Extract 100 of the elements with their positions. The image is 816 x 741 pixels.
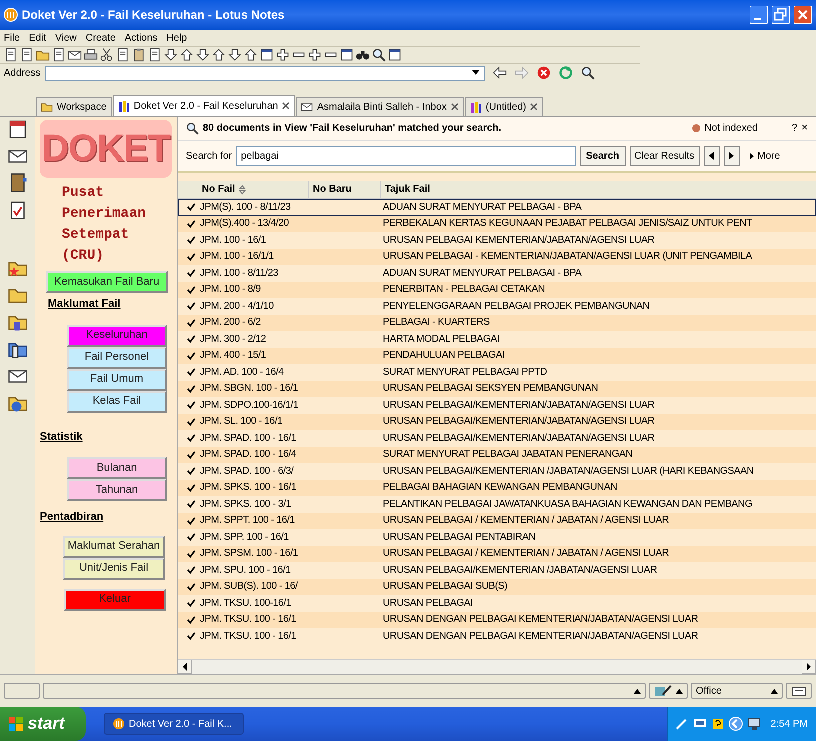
previous-button[interactable]	[704, 146, 720, 166]
nav-button[interactable]: Maklumat Serahan	[63, 536, 165, 558]
start-button[interactable]: start	[0, 707, 86, 741]
arrow-up-icon[interactable]	[212, 48, 226, 62]
table-row[interactable]: JPM(S).400 - 13/4/20 PERBEKALAN KERTAS KEGUNAAN PEJABAT PELBAGAI JENIS/SAIZ UNTUK PENT	[178, 216, 816, 232]
calendar-icon[interactable]	[8, 119, 28, 139]
clear-results-button[interactable]: Clear Results	[630, 146, 700, 166]
table-row[interactable]: JPM. 100 - 16/1/1 URUSAN PELBAGAI - KEMENTERIAN/JABATAN/AGENSI LUAR (UNIT PENGAMBILA	[178, 248, 816, 265]
tab[interactable]: Doket Ver 2.0 - Fail Keseluruhan	[112, 95, 296, 116]
close-icon[interactable]	[450, 103, 459, 111]
search-icon[interactable]	[580, 66, 595, 80]
plus-icon[interactable]	[308, 48, 322, 62]
close-icon[interactable]	[530, 103, 538, 111]
table-row[interactable]: JPM. SL. 100 - 16/1 URUSAN PELBAGAI/KEMENTERIAN/JABATAN/AGENSI LUAR	[178, 414, 816, 430]
maximize-icon[interactable]	[772, 6, 790, 24]
envelope-icon[interactable]	[68, 48, 82, 62]
table-cell-text: URUSAN PELBAGAI PENTABIRAN	[382, 530, 537, 545]
nav-button[interactable]: Fail Umum	[67, 368, 167, 390]
page-icon[interactable]	[20, 48, 34, 62]
nav-button[interactable]: Keluar	[64, 588, 166, 610]
search-icon	[186, 122, 199, 135]
column-header[interactable]: No Baru	[309, 181, 381, 198]
arrow-up-icon[interactable]	[244, 48, 258, 62]
sort-icon[interactable]	[239, 184, 246, 194]
table-row[interactable]: JPM. SUB(S). 100 - 16/ URUSAN PELBAGAI SUB(S)	[178, 578, 816, 595]
arrow-down-icon[interactable]	[164, 48, 178, 62]
pen-icon[interactable]	[676, 718, 688, 730]
more-button[interactable]: More	[750, 148, 780, 164]
scissors-icon[interactable]	[100, 48, 114, 62]
table-row[interactable]: JPM. SPPT. 100 - 16/1 URUSAN PELBAGAI / KEMENTERIAN / JABATAN / AGENSI LUAR	[178, 512, 816, 529]
column-header[interactable]: Tajuk Fail	[381, 181, 816, 198]
arrow-up-icon[interactable]	[180, 48, 194, 62]
search-button[interactable]: Search	[580, 146, 626, 166]
table-row[interactable]: JPM. 100 - 8/9 PENERBITAN - PELBAGAI CETAKAN	[178, 282, 816, 298]
minimize-icon[interactable]	[750, 6, 768, 24]
network-icon[interactable]	[692, 718, 707, 730]
nav-button[interactable]: Bulanan	[67, 457, 167, 479]
page-icon[interactable]	[116, 48, 130, 62]
clipboard-icon[interactable]	[132, 48, 146, 62]
window-icon[interactable]	[388, 48, 402, 62]
table-row[interactable]: JPM. SBGN. 100 - 16/1 URUSAN PELBAGAI SEKSYEN PEMBANGUNAN	[178, 380, 816, 397]
page-icon[interactable]	[52, 48, 66, 62]
help-icon[interactable]	[712, 718, 724, 730]
printer-icon[interactable]	[84, 48, 98, 62]
search-icon[interactable]	[372, 48, 386, 62]
menu-item[interactable]: View	[55, 30, 77, 46]
menu-item[interactable]: File	[4, 30, 20, 46]
arrow-down-icon[interactable]	[196, 48, 210, 62]
arrow-left-icon[interactable]	[728, 717, 743, 731]
column-header[interactable]: No Fail	[198, 181, 309, 198]
horizontal-scrollbar[interactable]	[178, 659, 816, 674]
nav-button[interactable]: Kemasukan Fail Baru	[46, 271, 168, 293]
table-row[interactable]: JPM. 400 - 15/1 PENDAHULUAN PELBAGAI	[178, 348, 816, 364]
help-button[interactable]: ?	[792, 121, 798, 136]
nav-button[interactable]: Unit/Jenis Fail	[63, 558, 165, 580]
tab[interactable]: Workspace	[36, 97, 112, 116]
table-row[interactable]: JPM. SPAD. 100 - 16/4 SURAT MENYURAT PELBAGAI JABATAN PENERANGAN	[178, 446, 816, 463]
table-row[interactable]: JPM. TKSU. 100 - 16/1 URUSAN DENGAN PELBAGAI KEMENTERIAN/JABATAN/AGENSI LUAR	[178, 612, 816, 628]
nav-button[interactable]: Keseluruhan	[67, 324, 167, 346]
table-cell-text: JPM. 300 - 2/12	[199, 332, 268, 347]
table-cell-text: JPM. SBGN. 100 - 16/1	[199, 382, 300, 396]
address-field[interactable]	[44, 66, 485, 80]
table-row[interactable]: JPM. SPKS. 100 - 16/1 PELBAGAI BAHAGIAN KEWANGAN PEMBANGUNAN	[178, 480, 816, 496]
table-cell-text: URUSAN DENGAN PELBAGAI KEMENTERIAN/JABATAN/AGENSI LUAR	[382, 630, 700, 644]
window-icon[interactable]	[260, 48, 274, 62]
menu-item[interactable]: Actions	[124, 30, 158, 46]
table-row[interactable]: JPM. SPSM. 100 - 16/1 URUSAN PELBAGAI / KEMENTERIAN / JABATAN / AGENSI LUAR	[178, 546, 816, 562]
page-icon[interactable]	[148, 48, 162, 62]
next-button[interactable]	[724, 146, 740, 166]
back-arrow-icon[interactable]	[492, 66, 507, 80]
menu-item[interactable]: Create	[86, 30, 116, 46]
stop-icon[interactable]	[536, 66, 551, 80]
plus-icon[interactable]	[276, 48, 290, 62]
nav-button[interactable]: Kelas Fail	[67, 390, 167, 412]
table-cell-text: JPM. TKSU. 100 - 16/1	[199, 630, 298, 644]
folder-icon[interactable]	[36, 48, 50, 62]
location-selector[interactable]: Office	[691, 683, 783, 699]
close-button[interactable]: ×	[802, 120, 808, 137]
page-icon[interactable]	[4, 48, 18, 62]
caret-left-icon	[709, 152, 714, 160]
tab[interactable]: Asmalaila Binti Salleh - Inbox	[296, 97, 464, 116]
computer-icon[interactable]	[748, 717, 762, 731]
table-row[interactable]: JPM. 200 - 6/2 PELBAGAI - KUARTERS	[178, 314, 816, 331]
nav-button[interactable]: Tahunan	[67, 479, 167, 501]
window-icon[interactable]	[340, 48, 354, 62]
dropdown-arrow-icon[interactable]	[472, 70, 480, 76]
arrow-down-icon[interactable]	[228, 48, 242, 62]
menu-item[interactable]: Help	[166, 30, 188, 46]
mood-button[interactable]	[649, 683, 688, 699]
table-cell-text: JPM. SPAD. 100 - 16/1	[199, 432, 298, 446]
close-icon[interactable]	[282, 102, 290, 110]
scroll-right-icon[interactable]	[802, 660, 816, 674]
caret-up-icon[interactable]	[634, 688, 641, 694]
table-row[interactable]: JPM(S). 100 - 8/11/23 ADUAN SURAT MENYURAT PELBAGAI - BPA	[178, 199, 816, 216]
scroll-left-icon[interactable]	[178, 660, 192, 674]
menu-item[interactable]: Edit	[29, 30, 46, 46]
taskbar-button[interactable]: Doket Ver 2.0 - Fail K...	[104, 713, 244, 735]
search-field[interactable]: pelbagai	[236, 146, 576, 166]
tab[interactable]: (Untitled)	[464, 97, 544, 116]
nav-button[interactable]: Fail Personel	[67, 346, 167, 368]
